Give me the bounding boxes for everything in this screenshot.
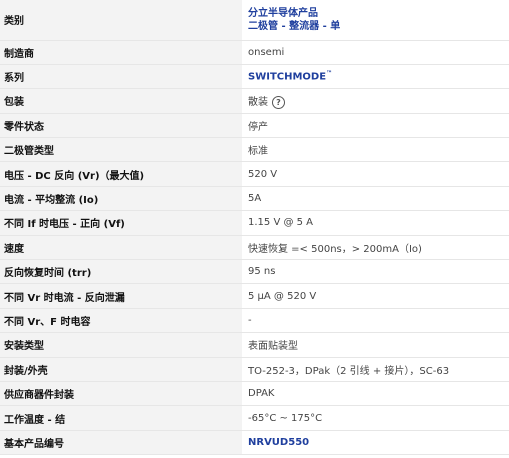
attr-label-forward-voltage: 不同 If 时电压 - 正向 (Vf) <box>0 210 242 236</box>
base-product-number-link[interactable]: NRVUD550 <box>248 437 309 448</box>
attr-value-forward-voltage: 1.15 V @ 5 A <box>242 210 509 236</box>
category-link-rectifiers[interactable]: 二极管 - 整流器 - 单 <box>248 20 503 33</box>
attr-value-package-case: TO-252-3，DPak（2 引线 + 接片），SC-63 <box>242 357 509 382</box>
table-row: 二极管类型 标准 <box>0 137 509 163</box>
attr-value-category: 分立半导体产品 二极管 - 整流器 - 单 <box>242 0 509 41</box>
table-row: 不同 Vr、F 时电容 - <box>0 308 509 334</box>
table-row: 系列 SWITCHMODE™ <box>0 64 509 90</box>
attr-value-reverse-leakage: 5 µA @ 520 V <box>242 283 509 309</box>
attr-value-capacitance: - <box>242 308 509 334</box>
attr-value-manufacturer: onsemi <box>242 40 509 65</box>
attr-label-package-case: 封装/外壳 <box>0 357 242 382</box>
attr-label-series: 系列 <box>0 64 242 90</box>
category-link-discrete[interactable]: 分立半导体产品 <box>248 7 503 20</box>
attr-label-voltage-dc-reverse: 电压 - DC 反向 (Vr)（最大值) <box>0 161 242 187</box>
attr-label-manufacturer: 制造商 <box>0 40 242 65</box>
attr-label-reverse-recovery-time: 反向恢复时间 (trr) <box>0 259 242 285</box>
attr-label-reverse-leakage: 不同 Vr 时电流 - 反向泄漏 <box>0 283 242 309</box>
attr-value-part-status: 停产 <box>242 113 509 139</box>
attr-value-operating-temp: -65°C ~ 175°C <box>242 405 509 431</box>
attr-value-packaging: 散装? <box>242 88 509 114</box>
packaging-text: 散装 <box>248 97 268 109</box>
attr-value-series: SWITCHMODE™ <box>242 64 509 90</box>
table-row: 速度 快速恢复 =< 500ns，> 200mA（Io) <box>0 235 509 261</box>
table-row: 基本产品编号 NRVUD550 <box>0 430 509 456</box>
table-row: 供应商器件封装 DPAK <box>0 381 509 407</box>
attr-label-category: 类别 <box>0 0 242 41</box>
table-row: 电压 - DC 反向 (Vr)（最大值) 520 V <box>0 161 509 187</box>
attr-label-part-status: 零件状态 <box>0 113 242 139</box>
attr-label-base-product-number: 基本产品编号 <box>0 430 242 456</box>
attr-value-diode-type: 标准 <box>242 137 509 163</box>
attr-label-operating-temp: 工作温度 - 结 <box>0 405 242 431</box>
table-row: 制造商 onsemi <box>0 40 509 65</box>
table-row: 电流 - 平均整流 (Io) 5A <box>0 186 509 212</box>
table-row: 反向恢复时间 (trr) 95 ns <box>0 259 509 285</box>
table-row: 封装/外壳 TO-252-3，DPak（2 引线 + 接片），SC-63 <box>0 357 509 382</box>
table-row: 安装类型 表面贴装型 <box>0 332 509 358</box>
attr-label-supplier-package: 供应商器件封装 <box>0 381 242 407</box>
attr-label-current-avg-rectified: 电流 - 平均整流 (Io) <box>0 186 242 212</box>
attr-label-mounting-type: 安装类型 <box>0 332 242 358</box>
attr-value-supplier-package: DPAK <box>242 381 509 407</box>
table-row: 包装 散装? <box>0 88 509 114</box>
series-link[interactable]: SWITCHMODE <box>248 72 326 83</box>
attr-value-base-product-number: NRVUD550 <box>242 430 509 456</box>
table-row: 不同 Vr 时电流 - 反向泄漏 5 µA @ 520 V <box>0 283 509 309</box>
attr-value-mounting-type: 表面贴装型 <box>242 332 509 358</box>
table-row: 类别 分立半导体产品 二极管 - 整流器 - 单 <box>0 0 509 41</box>
attr-label-packaging: 包装 <box>0 88 242 114</box>
table-row: 不同 If 时电压 - 正向 (Vf) 1.15 V @ 5 A <box>0 210 509 236</box>
attr-value-speed: 快速恢复 =< 500ns，> 200mA（Io) <box>242 235 509 261</box>
product-attributes-table: 类别 分立半导体产品 二极管 - 整流器 - 单 制造商 onsemi 系列 S… <box>0 0 509 456</box>
help-icon[interactable]: ? <box>272 95 285 109</box>
trademark-symbol: ™ <box>326 70 333 78</box>
attr-label-capacitance: 不同 Vr、F 时电容 <box>0 308 242 334</box>
attr-label-diode-type: 二极管类型 <box>0 137 242 163</box>
table-row: 工作温度 - 结 -65°C ~ 175°C <box>0 405 509 431</box>
attr-value-current-avg-rectified: 5A <box>242 186 509 212</box>
attr-label-speed: 速度 <box>0 235 242 261</box>
table-row: 零件状态 停产 <box>0 113 509 139</box>
attr-value-voltage-dc-reverse: 520 V <box>242 161 509 187</box>
attr-value-reverse-recovery-time: 95 ns <box>242 259 509 285</box>
